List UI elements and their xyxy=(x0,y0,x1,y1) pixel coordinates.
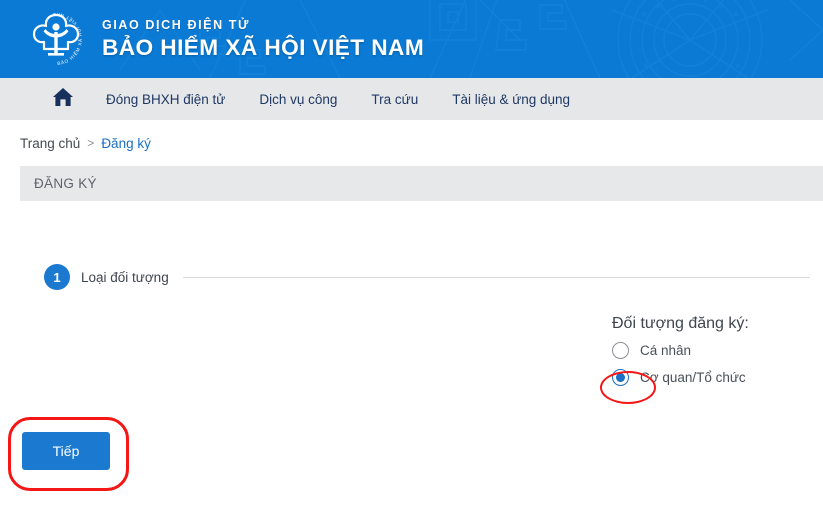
brand-title: BẢO HIỂM XÃ HỘI VIỆT NAM xyxy=(102,34,425,60)
site-header: BẢO HIỂM XÃ HỘI VIỆT NAM GIAO DỊCH ĐIỆN … xyxy=(0,0,823,78)
bhxh-emblem-logo: BẢO HIỂM XÃ HỘI VIỆT NAM xyxy=(24,7,88,71)
nav-item-dich-vu-cong[interactable]: Dịch vụ công xyxy=(259,92,337,107)
radio-icon-unchecked[interactable] xyxy=(612,342,629,359)
page-title: ĐĂNG KÝ xyxy=(34,176,97,191)
home-icon xyxy=(52,87,74,112)
step-section-header: 1 Loại đối tượng xyxy=(0,264,823,290)
next-button[interactable]: Tiếp xyxy=(22,432,110,470)
page-title-bar: ĐĂNG KÝ xyxy=(20,166,823,201)
main-navigation: Đóng BHXH điện tử Dịch vụ công Tra cứu T… xyxy=(0,78,823,120)
radio-option-co-quan-to-chuc[interactable]: Cơ quan/Tổ chức xyxy=(612,369,812,386)
step-number-badge: 1 xyxy=(44,264,70,290)
brand-text-block: GIAO DỊCH ĐIỆN TỬ BẢO HIỂM XÃ HỘI VIỆT N… xyxy=(102,17,424,61)
step-label: Loại đối tượng xyxy=(81,269,169,285)
radio-label-co-quan-to-chuc: Cơ quan/Tổ chức xyxy=(640,370,746,385)
brand-tagline: GIAO DỊCH ĐIỆN TỬ xyxy=(102,17,250,32)
radio-icon-checked[interactable] xyxy=(612,369,629,386)
registration-type-title: Đối tượng đăng ký: xyxy=(612,315,749,332)
breadcrumb-current[interactable]: Đăng ký xyxy=(101,136,151,151)
breadcrumb-separator: > xyxy=(87,136,95,150)
radio-option-ca-nhan[interactable]: Cá nhân xyxy=(612,342,812,359)
nav-item-dong-bhxh-dien-tu[interactable]: Đóng BHXH điện tử xyxy=(106,92,225,107)
nav-home-button[interactable] xyxy=(52,87,74,112)
breadcrumb-home[interactable]: Trang chủ xyxy=(20,136,80,151)
breadcrumb: Trang chủ > Đăng ký xyxy=(0,120,823,166)
step-divider-line xyxy=(182,276,810,278)
nav-item-tra-cuu[interactable]: Tra cứu xyxy=(371,92,418,107)
registration-type-group: Đối tượng đăng ký: Cá nhân Cơ quan/Tổ ch… xyxy=(612,315,812,396)
radio-label-ca-nhan: Cá nhân xyxy=(640,343,692,358)
nav-item-tai-lieu-ung-dung[interactable]: Tài liệu & ứng dụng xyxy=(452,92,570,107)
